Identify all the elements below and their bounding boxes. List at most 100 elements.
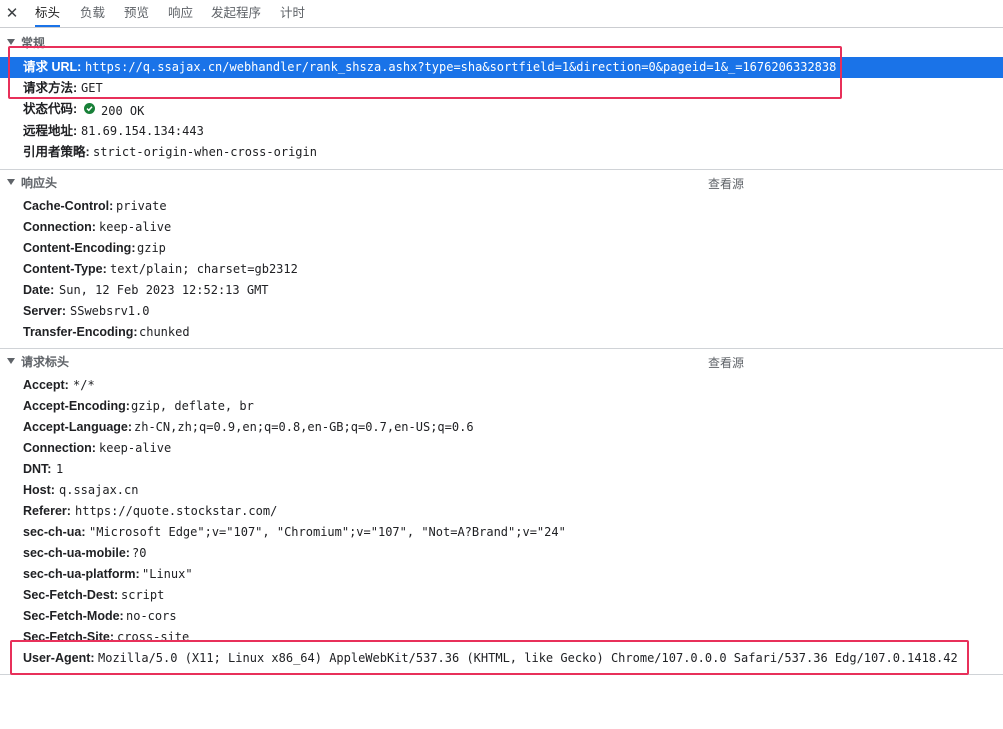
- header-row-accept[interactable]: Accept: */*: [0, 375, 1003, 396]
- header-value: https://quote.stockstar.com/: [75, 504, 278, 518]
- tab-headers[interactable]: 标头: [35, 0, 61, 27]
- header-value: ?0: [132, 546, 147, 560]
- header-row-sec-fetch-site[interactable]: Sec-Fetch-Site: cross-site: [0, 627, 1003, 648]
- header-row-date[interactable]: Date: Sun, 12 Feb 2023 12:52:13 GMT: [0, 280, 1003, 301]
- header-value: 1: [56, 462, 64, 476]
- section-request-headers-header[interactable]: 请求标头 查看源: [0, 352, 1003, 372]
- header-key: 远程地址:: [23, 124, 78, 138]
- header-value: cross-site: [117, 630, 190, 644]
- header-key: Host:: [23, 483, 55, 497]
- section-divider: [0, 348, 1003, 349]
- collapse-triangle-icon: [7, 179, 15, 185]
- header-key: 状态代码:: [23, 102, 78, 116]
- header-key: sec-ch-ua-mobile:: [23, 546, 130, 560]
- header-value: strict-origin-when-cross-origin: [93, 145, 317, 159]
- collapse-triangle-icon: [7, 39, 15, 45]
- header-key: Referer:: [23, 504, 71, 518]
- section-general-header[interactable]: 常规: [0, 33, 1003, 53]
- header-value: script: [121, 588, 165, 602]
- header-key: 请求方法:: [23, 81, 78, 95]
- header-value: 81.69.154.134:443: [81, 124, 204, 138]
- header-value: text/plain; charset=gb2312: [110, 262, 298, 276]
- section-title: 响应头: [21, 176, 58, 190]
- header-row-request-method[interactable]: 请求方法: GET: [0, 78, 1003, 99]
- header-key: Connection:: [23, 220, 96, 234]
- status-ok-icon: [84, 103, 95, 114]
- header-row-accept-encoding[interactable]: Accept-Encoding: gzip, deflate, br: [0, 396, 1003, 417]
- header-row-referrer-policy[interactable]: 引用者策略: strict-origin-when-cross-origin: [0, 142, 1003, 163]
- header-key: Content-Type:: [23, 262, 107, 276]
- tab-timing[interactable]: 计时: [280, 0, 305, 26]
- collapse-triangle-icon: [7, 358, 15, 364]
- tab-initiator[interactable]: 发起程序: [211, 0, 261, 26]
- view-source-link[interactable]: 查看源: [708, 354, 744, 371]
- header-row-connection[interactable]: Connection: keep-alive: [0, 217, 1003, 238]
- header-key: Sec-Fetch-Site:: [23, 630, 114, 644]
- header-value: "Microsoft Edge";v="107", "Chromium";v="…: [89, 525, 566, 539]
- header-value: 200 OK: [101, 104, 145, 118]
- header-key: Sec-Fetch-Dest:: [23, 588, 119, 602]
- header-row-accept-language[interactable]: Accept-Language: zh-CN,zh;q=0.9,en;q=0.8…: [0, 417, 1003, 438]
- header-row-dnt[interactable]: DNT: 1: [0, 459, 1003, 480]
- header-value: q.ssajax.cn: [59, 483, 139, 497]
- tab-payload[interactable]: 负载: [80, 0, 105, 26]
- header-key: Server:: [23, 304, 67, 318]
- header-value: gzip, deflate, br: [131, 399, 254, 413]
- header-row-content-encoding[interactable]: Content-Encoding: gzip: [0, 238, 1003, 259]
- header-row-sec-fetch-mode[interactable]: Sec-Fetch-Mode: no-cors: [0, 606, 1003, 627]
- header-key: Accept:: [23, 378, 69, 392]
- section-divider: [0, 674, 1003, 675]
- header-value: keep-alive: [99, 441, 172, 455]
- header-key: Accept-Encoding:: [23, 399, 130, 413]
- header-key: Accept-Language:: [23, 420, 133, 434]
- header-value: */*: [73, 378, 95, 392]
- header-key: User-Agent:: [23, 651, 95, 665]
- header-row-status-code[interactable]: 状态代码: 200 OK: [0, 99, 1003, 120]
- header-row-sec-ch-ua-mobile[interactable]: sec-ch-ua-mobile: ?0: [0, 543, 1003, 564]
- header-key: Transfer-Encoding:: [23, 325, 138, 339]
- header-key: Content-Encoding:: [23, 241, 136, 255]
- header-row-remote-address[interactable]: 远程地址: 81.69.154.134:443: [0, 121, 1003, 142]
- header-key: 引用者策略:: [23, 145, 90, 159]
- header-row-cache-control[interactable]: Cache-Control: private: [0, 196, 1003, 217]
- header-value: gzip: [137, 241, 166, 255]
- header-row-server[interactable]: Server: SSwebsrv1.0: [0, 301, 1003, 322]
- header-row-connection[interactable]: Connection: keep-alive: [0, 438, 1003, 459]
- header-row-host[interactable]: Host: q.ssajax.cn: [0, 480, 1003, 501]
- section-divider: [0, 169, 1003, 170]
- header-value: GET: [81, 81, 103, 95]
- section-response-headers-header[interactable]: 响应头 查看源: [0, 173, 1003, 193]
- header-row-sec-ch-ua[interactable]: sec-ch-ua: "Microsoft Edge";v="107", "Ch…: [0, 522, 1003, 543]
- tab-preview[interactable]: 预览: [124, 0, 149, 26]
- header-row-referer[interactable]: Referer: https://quote.stockstar.com/: [0, 501, 1003, 522]
- header-row-sec-fetch-dest[interactable]: Sec-Fetch-Dest: script: [0, 585, 1003, 606]
- header-row-sec-ch-ua-platform[interactable]: sec-ch-ua-platform: "Linux": [0, 564, 1003, 585]
- header-value: chunked: [139, 325, 190, 339]
- header-row-content-type[interactable]: Content-Type: text/plain; charset=gb2312: [0, 259, 1003, 280]
- header-value: SSwebsrv1.0: [70, 304, 150, 318]
- header-value: no-cors: [126, 609, 177, 623]
- section-title: 常规: [21, 36, 46, 50]
- header-key: sec-ch-ua:: [23, 525, 86, 539]
- header-key: 请求 URL:: [23, 60, 82, 74]
- header-value: private: [116, 199, 167, 213]
- header-value: zh-CN,zh;q=0.9,en;q=0.8,en-GB;q=0.7,en-U…: [134, 420, 474, 434]
- tab-bar: ✕ 标头 负载 预览 响应 发起程序 计时: [0, 0, 1003, 28]
- header-key: DNT:: [23, 462, 52, 476]
- header-key: Date:: [23, 283, 55, 297]
- close-icon[interactable]: ✕: [4, 4, 20, 22]
- header-value: "Linux": [142, 567, 193, 581]
- header-value: Sun, 12 Feb 2023 12:52:13 GMT: [59, 283, 269, 297]
- header-row-request-url[interactable]: 请求 URL: https://q.ssajax.cn/webhandler/r…: [0, 57, 1003, 78]
- header-key: Sec-Fetch-Mode:: [23, 609, 124, 623]
- section-title: 请求标头: [21, 355, 70, 369]
- header-key: sec-ch-ua-platform:: [23, 567, 140, 581]
- header-row-user-agent[interactable]: User-Agent: Mozilla/5.0 (X11; Linux x86_…: [0, 648, 1003, 669]
- tab-response[interactable]: 响应: [168, 0, 193, 26]
- header-value: https://q.ssajax.cn/webhandler/rank_shsz…: [85, 60, 837, 74]
- view-source-link[interactable]: 查看源: [708, 175, 744, 192]
- header-key: Cache-Control:: [23, 199, 114, 213]
- header-key: Connection:: [23, 441, 96, 455]
- header-value: Mozilla/5.0 (X11; Linux x86_64) AppleWeb…: [98, 651, 958, 665]
- header-row-transfer-encoding[interactable]: Transfer-Encoding: chunked: [0, 322, 1003, 343]
